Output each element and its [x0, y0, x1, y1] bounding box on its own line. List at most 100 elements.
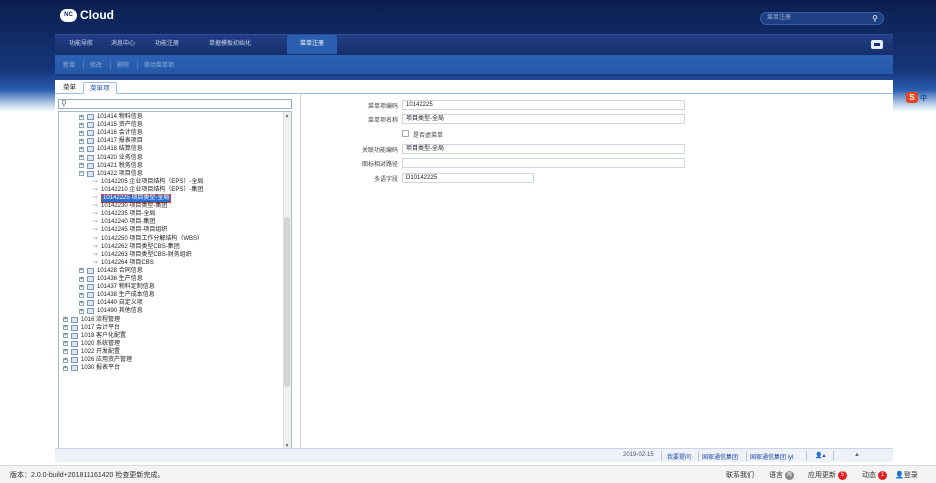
app-update-button[interactable]: 应用更新 5 [808, 470, 847, 480]
tree-node-label: 101440 自定义项 [97, 300, 143, 307]
panel-divider[interactable] [300, 94, 301, 462]
user-group-link[interactable]: 国家通信集团 lyl [750, 452, 793, 461]
tree-node-selected[interactable]: ⇨ 10142225 项目类型-全局 [93, 193, 172, 203]
expand-icon[interactable]: + [63, 317, 68, 322]
tree-node[interactable]: ⇨ 10142230 项目类型-集团 [93, 202, 167, 210]
field-label-function-code: 关联功能编码 [361, 148, 398, 154]
tree-node[interactable]: ⇨ 10142205 企业项目结构（EPS）-全局 [93, 178, 203, 186]
tab-function-register[interactable]: 功能注册 [145, 35, 189, 54]
multilang-field[interactable]: D10142225 [402, 173, 534, 183]
tree-node-label: 1030 报表平台 [81, 365, 121, 372]
folder-icon [71, 357, 78, 363]
delete-button[interactable]: 删除 [117, 60, 129, 69]
tree-node[interactable]: ⇨ 10142235 项目-全局 [93, 210, 155, 218]
icon-path-field[interactable] [402, 158, 685, 168]
tree-node[interactable]: +101415 资产信息 [79, 121, 143, 129]
tree-node[interactable]: +1016 流程管理 [63, 316, 120, 324]
tree-node[interactable]: +101417 报表项目 [79, 137, 143, 145]
expand-icon[interactable]: + [79, 292, 84, 298]
tree-node-label: 101417 报表项目 [97, 138, 143, 145]
expand-icon[interactable]: + [63, 341, 68, 347]
expand-icon[interactable]: + [79, 284, 84, 290]
tree-node-label: 1020 系统管理 [81, 340, 121, 347]
tree-node[interactable]: ⇨ 10142250 项目工作分解结构（WBS） [93, 235, 203, 243]
expand-icon[interactable]: + [79, 300, 84, 306]
virtual-menu-checkbox[interactable] [402, 130, 409, 137]
tree-node[interactable]: +1020 系统管理 [63, 340, 120, 348]
edit-button[interactable]: 修改 [90, 60, 102, 69]
collapse-icon[interactable]: − [79, 171, 84, 177]
login-button[interactable]: 👤登录 [895, 470, 918, 480]
tree-node[interactable]: +101420 业务信息 [79, 154, 143, 162]
tree-node[interactable]: +101414 物料信息 [79, 113, 143, 121]
window-menu-icon[interactable] [871, 40, 883, 49]
user-icon[interactable]: 👤▴ [815, 452, 825, 459]
tree-node[interactable]: +101438 生产成本信息 [79, 291, 155, 299]
collapse-up-icon[interactable]: ▲ [854, 452, 860, 458]
dynamics-button[interactable]: 动态 1 [862, 470, 887, 480]
tab-menu-item[interactable]: 菜单项 [83, 82, 117, 94]
search-icon[interactable]: ⚲ [872, 14, 878, 23]
tab-bill-template-init[interactable]: 单据模板初始化 [195, 35, 265, 54]
folder-icon [87, 122, 94, 129]
expand-icon[interactable]: + [63, 325, 68, 331]
contact-us-link[interactable]: 联系我们 [726, 470, 754, 480]
scroll-thumb[interactable] [284, 217, 290, 387]
tree-node[interactable]: +101421 税务信息 [79, 162, 143, 170]
date-label: 2019-02-15 [623, 452, 654, 458]
move-menu-item-button[interactable]: 移动菜单项 [144, 60, 174, 69]
expand-icon[interactable]: + [79, 130, 84, 136]
tree-node-label: 101415 资产信息 [97, 122, 143, 129]
tree-node[interactable]: ⇨ 10142264 项目CBS [93, 259, 154, 267]
tree-node[interactable]: +101436 生产信息 [79, 275, 143, 283]
expand-icon[interactable]: + [63, 365, 68, 371]
ask-question-link[interactable]: 我要提问 [667, 452, 691, 461]
tree-node[interactable]: ⇨ 10142245 项目-项目组织 [93, 226, 167, 234]
expand-icon[interactable]: + [63, 333, 68, 339]
tree-node[interactable]: +101440 自定义项 [79, 299, 143, 307]
tab-function-navigation[interactable]: 功能导航 [61, 35, 101, 54]
tab-menu-register[interactable]: 菜单注册 [287, 35, 337, 54]
add-button[interactable]: 新增 [63, 60, 75, 69]
tree-search-input[interactable]: ⚲ [58, 99, 292, 109]
tree-node[interactable]: +1018 客户化配置 [63, 332, 126, 340]
expand-icon[interactable]: + [79, 114, 84, 120]
expand-icon[interactable]: + [79, 163, 84, 169]
tree-node[interactable]: +1017 会计平台 [63, 324, 120, 332]
tab-message-center[interactable]: 消息中心 [103, 35, 143, 54]
tree-node[interactable]: +101490 其他信息 [79, 307, 143, 315]
tree-node[interactable]: +1030 报表平台 [63, 364, 120, 372]
tree-node[interactable]: +101437 物料定制信息 [79, 283, 155, 291]
tree-node[interactable]: ⇨ 10142240 项目-集团 [93, 218, 155, 226]
folder-icon [71, 332, 78, 339]
tree-node[interactable]: +101418 结算信息 [79, 145, 143, 153]
field-label-icon-path: 图标相对路径 [361, 162, 398, 168]
expand-icon[interactable]: + [79, 155, 84, 160]
expand-icon[interactable]: + [79, 268, 84, 274]
tree-node[interactable]: +101428 合同信息 [79, 267, 143, 275]
tree-node[interactable]: +101416 会计信息 [79, 129, 143, 137]
tab-menu[interactable]: 菜单 [57, 82, 82, 94]
tree-node[interactable]: +1026 应用资产管理 [63, 356, 132, 364]
menu-item-name-field[interactable]: 项目类型-全局 [402, 114, 685, 124]
expand-icon[interactable]: + [63, 357, 68, 363]
function-code-field[interactable]: 项目类型-全局 [402, 144, 685, 154]
expand-icon[interactable]: + [79, 122, 84, 128]
expand-icon[interactable]: + [63, 349, 68, 355]
tree-scrollbar[interactable]: ▲ ▼ [283, 112, 291, 450]
tree-node[interactable]: +1022 开发配置 [63, 348, 120, 356]
expand-icon[interactable]: + [79, 308, 84, 314]
tree-node[interactable]: ⇨ 10142262 项目类型CBS-集团 [93, 243, 180, 251]
language-button[interactable]: 语言 简 [769, 470, 794, 480]
expand-icon[interactable]: + [79, 276, 84, 282]
folder-icon [87, 154, 94, 161]
group-link[interactable]: 国家通信集团 [702, 452, 738, 461]
menu-item-code-field[interactable]: 10142225 [402, 100, 685, 110]
expand-icon[interactable]: + [79, 138, 84, 144]
tree-node[interactable]: ⇨ 10142263 项目类型CBS-财务组织 [93, 251, 192, 259]
version-text: 版本：2.0.0-build+201811161420 检查更新完成。 [10, 472, 165, 479]
tree-node[interactable]: − 101422 项目信息 [79, 170, 143, 178]
expand-icon[interactable]: + [79, 146, 84, 152]
scroll-up-arrow-icon[interactable]: ▲ [283, 112, 291, 120]
search-input[interactable]: 菜单注册 ⚲ [760, 12, 884, 25]
